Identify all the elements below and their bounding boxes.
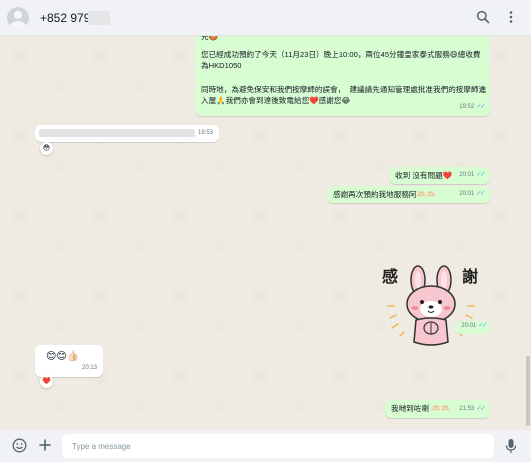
message-bubble-outgoing[interactable]: 先🍪 您已經成功預約了今天（11月23日）晚上10:00，兩位45分鐘皇家泰式服… [195,36,490,116]
message-text: 先🍪 [201,36,219,41]
message-bubble-outgoing[interactable]: 感謝再次預約我地服務阿🫶🏻🫶🏻 20:01 ✓✓ [327,186,490,203]
chat-header: +852 9794 [0,0,531,36]
message-time: 20:01 [461,323,477,329]
message-text: 同時地，為避免保安和我們按摩師的誤會， 建議請先通知管理處批准我們的按摩師進入屋… [201,85,487,105]
redacted-text [39,129,195,137]
sticker-message[interactable]: 感 謝 [378,258,488,354]
plus-icon[interactable] [38,438,52,457]
message-time: 20:01 [459,191,475,197]
microphone-icon[interactable] [505,438,517,459]
message-text: 收到 沒有問題❤️ [395,171,453,180]
message-bubble-incoming[interactable]: 😊😊👍🏻 20:13 [35,345,103,377]
message-meta: 20:13 [82,363,97,374]
message-time: 19:52 [459,104,475,110]
contact-name-redaction [88,11,110,25]
reaction-badge[interactable]: ❤️ [40,375,53,388]
compose-bar [0,430,531,462]
emoji-icon[interactable] [12,438,27,458]
bunny-thanks-sticker: 感 謝 [382,265,478,346]
message-bubble-outgoing[interactable]: 收到 沒有問題❤️ 20:01 ✓✓ [389,167,490,184]
sticker-text: 謝 [462,267,478,286]
message-time: 20:01 [459,172,475,178]
read-receipt-icon: ✓✓ [478,322,488,329]
message-meta: 21:53 ✓✓ [459,403,486,415]
message-meta: 19:53 [198,128,213,139]
read-receipt-icon: ✓✓ [476,103,486,110]
message-bubble-outgoing[interactable]: 我哋到咗喇 🫶🏻🫶🏻 21:53 ✓✓ [385,400,490,418]
message-meta: 20:01 ✓✓ [459,169,486,181]
read-receipt-icon: ✓✓ [476,190,486,197]
sticker-text: 感 [382,267,398,286]
message-text: 我哋到咗喇 🫶🏻🫶🏻 [391,404,450,413]
message-meta: 20:01 ✓✓ [461,320,488,332]
kebab-menu-icon[interactable] [508,10,514,29]
avatar[interactable] [7,7,29,29]
scrollbar[interactable] [526,356,530,426]
message-text: 您已經成功預約了今天（11月23日）晚上10:00，兩位45分鐘皇家泰式服務😄總… [201,50,481,70]
sticker-meta-pill: 20:01 ✓✓ [455,321,490,334]
read-receipt-icon: ✓✓ [476,405,486,412]
message-text: 😊😊👍🏻 [46,351,80,362]
message-text: 感謝再次預約我地服務阿🫶🏻🫶🏻 [333,190,436,199]
message-time: 20:13 [81,365,97,371]
reaction-badge[interactable]: 😳 [40,142,53,155]
message-time: 21:53 [459,406,475,412]
message-input[interactable] [62,434,494,458]
message-bubble-incoming[interactable]: 19:53 [35,125,219,142]
read-receipt-icon: ✓✓ [476,171,486,178]
message-meta: 19:52 ✓✓ [459,101,486,113]
message-meta: 20:01 ✓✓ [459,188,486,200]
message-list[interactable]: 先🍪 您已經成功預約了今天（11月23日）晚上10:00，兩位45分鐘皇家泰式服… [0,36,531,430]
search-icon[interactable] [476,10,490,29]
message-time: 19:53 [197,130,213,136]
